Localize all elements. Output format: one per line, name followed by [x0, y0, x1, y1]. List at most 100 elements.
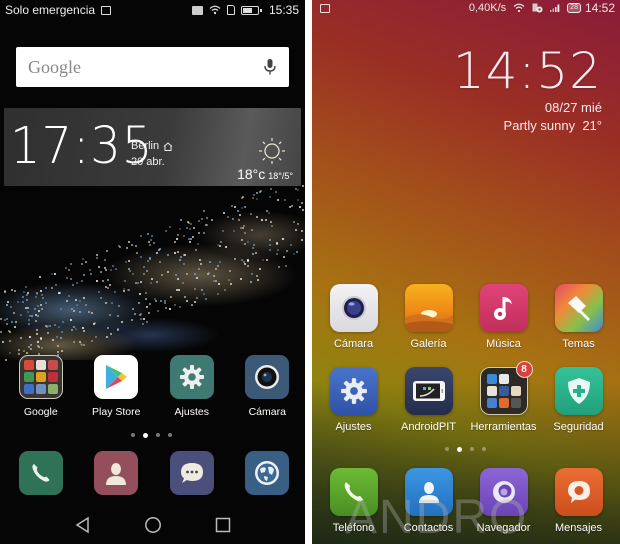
glitter-sparkle [37, 310, 40, 313]
glitter-sparkle [156, 309, 159, 312]
app-seguridad[interactable]: Seguridad [542, 367, 616, 433]
dock-messages[interactable] [154, 451, 230, 495]
app-label: Ajustes [335, 421, 372, 433]
page-dot[interactable] [168, 433, 172, 437]
glitter-sparkle [256, 275, 259, 277]
glitter-sparkle [210, 219, 213, 222]
glitter-sparkle [227, 278, 230, 281]
recents-icon[interactable] [214, 516, 232, 534]
app-temas[interactable]: Temas [542, 284, 616, 350]
glitter-sparkle [82, 343, 85, 346]
glitter-sparkle [177, 233, 180, 236]
glitter-sparkle [173, 303, 176, 306]
glitter-sparkle [79, 343, 82, 346]
glitter-sparkle [29, 335, 32, 338]
app-play-store[interactable]: Play Store [79, 355, 155, 418]
folder-icon: 8 [479, 361, 533, 415]
glitter-sparkle [230, 205, 233, 208]
google-search-bar[interactable]: Google [16, 47, 289, 87]
glitter-sparkle [218, 245, 221, 248]
glitter-sparkle [149, 281, 152, 284]
camera-icon [329, 284, 378, 332]
page-dot-active[interactable] [457, 446, 462, 452]
glitter-sparkle [36, 340, 39, 343]
glitter-sparkle [194, 300, 197, 303]
glitter-sparkle [145, 298, 148, 301]
glitter-sparkle [169, 225, 172, 228]
app-label: Cámara [248, 406, 286, 418]
glitter-sparkle [168, 307, 171, 310]
glitter-sparkle [222, 230, 225, 233]
page-indicator [445, 446, 486, 452]
app-ajustes[interactable]: Ajustes [317, 367, 391, 433]
glitter-sparkle [14, 321, 17, 324]
app-androidpit[interactable]: AndroidPIT [392, 367, 466, 433]
app-ajustes[interactable]: Ajustes [154, 355, 230, 418]
page-dot[interactable] [445, 447, 449, 451]
widget-city: Berlin [131, 140, 173, 152]
glitter-sparkle [256, 278, 259, 281]
weather-summary[interactable]: Partly sunny 21° [504, 118, 602, 133]
glitter-sparkle [21, 296, 24, 299]
dock-mensajes[interactable]: Mensajes [542, 468, 616, 534]
app-label: Play Store [92, 406, 141, 418]
glitter-sparkle [260, 218, 263, 221]
glitter-wallpaper [0, 185, 305, 362]
glitter-sparkle [82, 297, 85, 300]
app-galeria[interactable]: Galería [392, 284, 466, 350]
page-dot[interactable] [131, 433, 135, 437]
app-musica[interactable]: Música [467, 284, 541, 350]
glitter-sparkle [97, 290, 100, 293]
glitter-sparkle [213, 274, 216, 277]
glitter-sparkle [61, 331, 64, 334]
watermark: ANDRO [345, 491, 529, 544]
microphone-icon[interactable] [263, 58, 277, 76]
dock-phone[interactable] [3, 451, 79, 495]
app-camara[interactable]: Cámara [230, 355, 306, 418]
glitter-sparkle [29, 344, 32, 347]
page-dot[interactable] [156, 433, 160, 437]
glitter-sparkle [8, 340, 11, 343]
glitter-sparkle [22, 350, 25, 353]
glitter-sparkle [198, 259, 201, 262]
glitter-sparkle [96, 257, 99, 260]
page-dot[interactable] [470, 447, 474, 451]
page-dot[interactable] [482, 447, 486, 451]
glitter-sparkle [151, 278, 154, 281]
glitter-sparkle [80, 263, 83, 266]
glitter-sparkle [9, 306, 12, 309]
glitter-sparkle [289, 205, 292, 208]
glitter-sparkle [241, 196, 244, 199]
clock-time[interactable]: 14:52 [453, 42, 602, 100]
glitter-sparkle [278, 265, 281, 268]
glitter-sparkle [150, 235, 153, 238]
glitter-sparkle [106, 287, 109, 290]
glitter-sparkle [174, 274, 177, 277]
dock-browser[interactable] [230, 451, 306, 495]
app-label: Seguridad [553, 421, 604, 433]
glitter-sparkle [17, 301, 20, 304]
folder-icon [18, 355, 63, 399]
app-camara[interactable]: Cámara [317, 284, 391, 350]
dock-contacts[interactable] [79, 451, 155, 495]
back-icon[interactable] [74, 516, 92, 534]
glitter-sparkle [106, 249, 109, 252]
glitter-sparkle [109, 333, 112, 336]
glitter-sparkle [259, 190, 262, 193]
glitter-sparkle [259, 267, 262, 270]
home-button-icon[interactable] [144, 516, 162, 534]
glitter-sparkle [129, 270, 132, 273]
app-herramientas-folder[interactable]: 8 Herramientas [467, 361, 541, 433]
search-input[interactable]: Google [28, 57, 263, 78]
app-google-folder[interactable]: Google [3, 355, 79, 418]
notification-badge: 8 [515, 361, 533, 378]
glitter-sparkle [69, 278, 72, 281]
page-dot-active[interactable] [143, 432, 148, 438]
glitter-sparkle [45, 287, 48, 290]
glitter-sparkle [297, 189, 300, 192]
glitter-sparkle [56, 344, 59, 347]
clock-weather-widget[interactable]: 17:35 Berlin 20 abr. 18°c 18°/5° [4, 108, 301, 186]
glitter-sparkle [140, 281, 143, 284]
glitter-sparkle [269, 249, 272, 252]
glitter-sparkle [167, 270, 170, 273]
